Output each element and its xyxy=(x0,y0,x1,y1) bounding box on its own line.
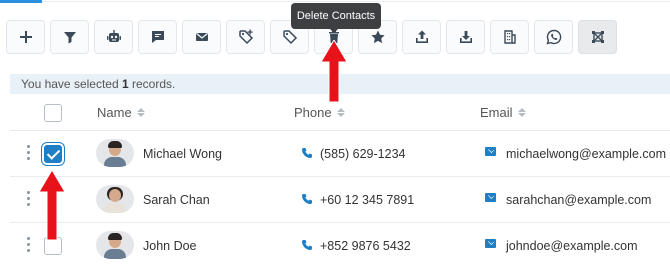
column-header-label: Email xyxy=(480,105,513,120)
whatsapp-button[interactable] xyxy=(534,20,573,54)
table-row[interactable]: John Doe +852 9876 5432 johndoe@example.… xyxy=(10,223,670,267)
table-row[interactable]: Michael Wong (585) 629-1234 michaelwong@… xyxy=(10,131,670,177)
phone-icon xyxy=(301,146,313,158)
company-button[interactable] xyxy=(490,20,529,54)
phone-icon xyxy=(301,238,313,250)
download-icon xyxy=(459,31,472,43)
annotation-arrow-up xyxy=(39,170,65,240)
tag-plus-icon xyxy=(238,29,253,45)
envelope-icon xyxy=(485,147,496,156)
chat-icon xyxy=(151,31,164,43)
avatar xyxy=(96,185,134,213)
import-button[interactable] xyxy=(446,20,485,54)
whatsapp-icon xyxy=(545,29,561,45)
contact-email: sarahchan@example.com xyxy=(506,193,652,207)
row-menu-icon[interactable] xyxy=(27,191,31,206)
annotation-arrow-up xyxy=(321,40,347,102)
contact-phone: (585) 629-1234 xyxy=(320,147,406,161)
filter-button[interactable] xyxy=(50,20,89,54)
envelope-icon xyxy=(485,239,496,248)
plus-icon xyxy=(19,31,32,43)
tooltip-caret xyxy=(329,28,339,33)
merge-icon xyxy=(591,31,604,43)
contact-name[interactable]: Michael Wong xyxy=(143,147,222,161)
building-icon xyxy=(503,30,516,44)
column-header-label: Phone xyxy=(294,105,332,120)
export-button[interactable] xyxy=(402,20,441,54)
contact-phone: +852 9876 5432 xyxy=(320,239,411,253)
sort-icon[interactable] xyxy=(517,108,526,117)
avatar xyxy=(96,139,134,167)
contact-email: michaelwong@example.com xyxy=(506,147,666,161)
delete-contacts-tooltip: Delete Contacts xyxy=(291,3,381,29)
contact-name[interactable]: John Doe xyxy=(143,239,197,253)
bot-button[interactable] xyxy=(94,20,133,54)
add-tag-button[interactable] xyxy=(226,20,265,54)
selection-count: 1 xyxy=(121,77,129,91)
row-menu-icon[interactable] xyxy=(27,145,31,160)
select-all-checkbox[interactable] xyxy=(44,104,62,122)
sms-button[interactable] xyxy=(138,20,177,54)
upload-icon xyxy=(415,30,428,43)
row-menu-icon[interactable] xyxy=(27,237,31,252)
filter-icon xyxy=(63,32,76,44)
column-header-label: Name xyxy=(97,105,132,120)
sort-icon[interactable] xyxy=(136,108,145,117)
selection-prefix: You have selected xyxy=(21,77,119,91)
phone-icon xyxy=(301,192,313,204)
row-checkbox[interactable] xyxy=(44,145,62,163)
table-row[interactable]: Sarah Chan +60 12 345 7891 sarahchan@exa… xyxy=(10,177,670,223)
selection-suffix: records. xyxy=(132,77,176,91)
column-header-phone[interactable]: Phone xyxy=(294,105,345,120)
tag-icon xyxy=(282,30,297,45)
robot-icon xyxy=(106,30,121,42)
column-header-email[interactable]: Email xyxy=(480,105,526,120)
contact-name[interactable]: Sarah Chan xyxy=(143,193,210,207)
column-header-name[interactable]: Name xyxy=(97,105,145,120)
email-button[interactable] xyxy=(182,20,221,54)
divider xyxy=(42,1,670,2)
avatar xyxy=(96,231,134,259)
merge-button[interactable] xyxy=(578,20,617,54)
contact-email: johndoe@example.com xyxy=(506,239,638,253)
envelope-icon xyxy=(485,193,496,202)
active-tab-indicator xyxy=(0,0,42,3)
add-button[interactable] xyxy=(6,20,45,54)
star-icon xyxy=(370,30,385,44)
sort-icon[interactable] xyxy=(336,108,345,117)
envelope-icon xyxy=(195,33,208,41)
contact-phone: +60 12 345 7891 xyxy=(320,193,415,207)
